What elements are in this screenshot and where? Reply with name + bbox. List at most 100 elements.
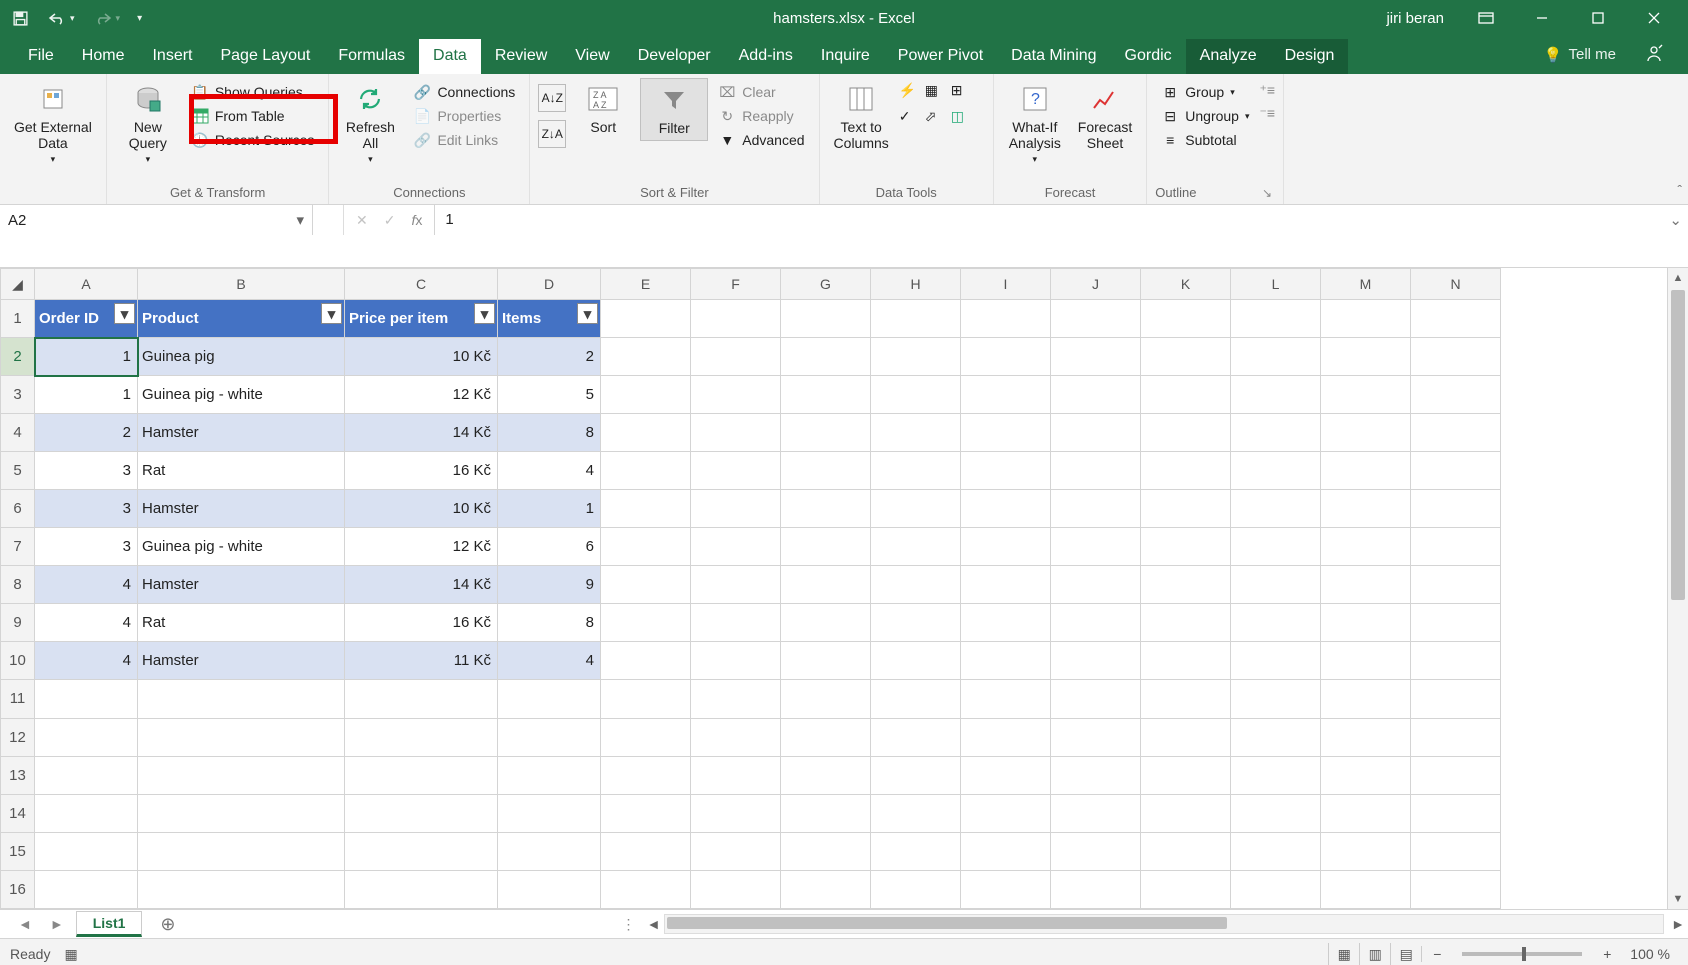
row-header[interactable]: 10 xyxy=(1,642,35,680)
row-header[interactable]: 3 xyxy=(1,376,35,414)
cell[interactable] xyxy=(1051,604,1141,642)
cell[interactable] xyxy=(691,680,781,718)
relationships-icon[interactable]: ⬀ xyxy=(925,108,949,132)
formula-bar[interactable]: 1 ⌄ xyxy=(435,205,1688,269)
cell[interactable] xyxy=(1411,566,1501,604)
subtotal-button[interactable]: ≡Subtotal xyxy=(1155,128,1255,152)
cell[interactable] xyxy=(345,870,498,908)
cell[interactable]: 14 Kč xyxy=(345,414,498,452)
row-header[interactable]: 12 xyxy=(1,718,35,756)
row-header[interactable]: 9 xyxy=(1,604,35,642)
outline-launcher[interactable]: ↘ xyxy=(1262,186,1275,200)
cell[interactable] xyxy=(961,642,1051,680)
cell[interactable]: Hamster xyxy=(138,414,345,452)
cell[interactable] xyxy=(1321,414,1411,452)
cell[interactable] xyxy=(138,794,345,832)
cell[interactable] xyxy=(1321,300,1411,338)
table-header-cell[interactable]: Order ID▾ xyxy=(35,300,138,338)
cell[interactable]: 4 xyxy=(35,566,138,604)
cell[interactable] xyxy=(961,794,1051,832)
filter-dropdown-icon[interactable]: ▾ xyxy=(321,303,342,324)
row-header[interactable]: 15 xyxy=(1,832,35,870)
tell-me[interactable]: 💡Tell me xyxy=(1530,38,1630,72)
cell[interactable]: 10 Kč xyxy=(345,338,498,376)
sheet-nav-next[interactable]: ► xyxy=(44,916,70,932)
cell[interactable] xyxy=(781,376,871,414)
cell[interactable] xyxy=(871,528,961,566)
tab-design[interactable]: Design xyxy=(1271,39,1349,74)
cell[interactable] xyxy=(871,604,961,642)
cell[interactable] xyxy=(1051,680,1141,718)
filter-dropdown-icon[interactable]: ▾ xyxy=(114,303,135,324)
filter-dropdown-icon[interactable]: ▾ xyxy=(577,303,598,324)
cell[interactable] xyxy=(35,870,138,908)
tab-analyze[interactable]: Analyze xyxy=(1186,39,1271,74)
cell[interactable] xyxy=(871,870,961,908)
cell[interactable]: 1 xyxy=(35,338,138,376)
cell[interactable]: 3 xyxy=(35,490,138,528)
cell[interactable] xyxy=(961,680,1051,718)
cell[interactable] xyxy=(1141,718,1231,756)
cell[interactable] xyxy=(961,756,1051,794)
cell[interactable] xyxy=(1321,794,1411,832)
cell[interactable] xyxy=(691,756,781,794)
save-button[interactable] xyxy=(6,6,35,31)
cell[interactable] xyxy=(691,604,781,642)
row-header[interactable]: 2 xyxy=(1,338,35,376)
forecast-sheet-button[interactable]: Forecast Sheet xyxy=(1072,78,1138,155)
sort-desc-icon[interactable]: Z↓A xyxy=(538,120,566,148)
cell[interactable] xyxy=(871,300,961,338)
col-header[interactable]: B xyxy=(138,269,345,300)
cell[interactable] xyxy=(601,338,691,376)
data-validation-icon[interactable]: ✓ xyxy=(899,108,923,132)
cell[interactable] xyxy=(601,490,691,528)
cell[interactable]: 3 xyxy=(35,452,138,490)
macro-icon[interactable]: ▦ xyxy=(64,946,77,963)
scroll-thumb[interactable] xyxy=(1671,290,1685,600)
cell[interactable] xyxy=(601,832,691,870)
cell[interactable]: 16 Kč xyxy=(345,604,498,642)
row-header[interactable]: 6 xyxy=(1,490,35,528)
cell[interactable] xyxy=(601,756,691,794)
cell[interactable] xyxy=(1141,756,1231,794)
sort-asc-icon[interactable]: A↓Z xyxy=(538,84,566,112)
cell[interactable] xyxy=(498,680,601,718)
tab-file[interactable]: File xyxy=(14,39,68,74)
filter-dropdown-icon[interactable]: ▾ xyxy=(474,303,495,324)
row-header[interactable]: 7 xyxy=(1,528,35,566)
cell[interactable] xyxy=(691,870,781,908)
tab-review[interactable]: Review xyxy=(481,39,561,74)
tab-gordic[interactable]: Gordic xyxy=(1111,39,1186,74)
cell[interactable] xyxy=(1051,414,1141,452)
cell[interactable] xyxy=(345,832,498,870)
cell[interactable] xyxy=(691,300,781,338)
col-header[interactable]: A xyxy=(35,269,138,300)
cell[interactable] xyxy=(781,680,871,718)
cell[interactable] xyxy=(345,718,498,756)
cancel-formula-icon[interactable]: ✕ xyxy=(356,212,368,229)
user-name[interactable]: jiri beran xyxy=(1372,10,1458,27)
tab-data[interactable]: Data xyxy=(419,39,481,74)
edit-links-button[interactable]: 🔗Edit Links xyxy=(407,128,521,152)
cell[interactable] xyxy=(498,832,601,870)
cell[interactable] xyxy=(601,680,691,718)
cell[interactable] xyxy=(35,794,138,832)
connections-button[interactable]: 🔗Connections xyxy=(407,80,521,104)
cell[interactable] xyxy=(1411,338,1501,376)
reapply-filter-button[interactable]: ↻Reapply xyxy=(712,104,810,128)
cell[interactable] xyxy=(1231,642,1321,680)
cell[interactable] xyxy=(1141,870,1231,908)
cell[interactable] xyxy=(1231,452,1321,490)
cell[interactable] xyxy=(1051,338,1141,376)
cell[interactable] xyxy=(1141,794,1231,832)
cell[interactable] xyxy=(871,832,961,870)
cell[interactable] xyxy=(961,832,1051,870)
cell[interactable] xyxy=(781,832,871,870)
cell[interactable] xyxy=(1321,870,1411,908)
cell[interactable] xyxy=(138,680,345,718)
cell[interactable] xyxy=(1411,452,1501,490)
col-header[interactable]: N xyxy=(1411,269,1501,300)
cell[interactable] xyxy=(961,376,1051,414)
cell[interactable] xyxy=(1411,870,1501,908)
cell[interactable] xyxy=(1141,376,1231,414)
